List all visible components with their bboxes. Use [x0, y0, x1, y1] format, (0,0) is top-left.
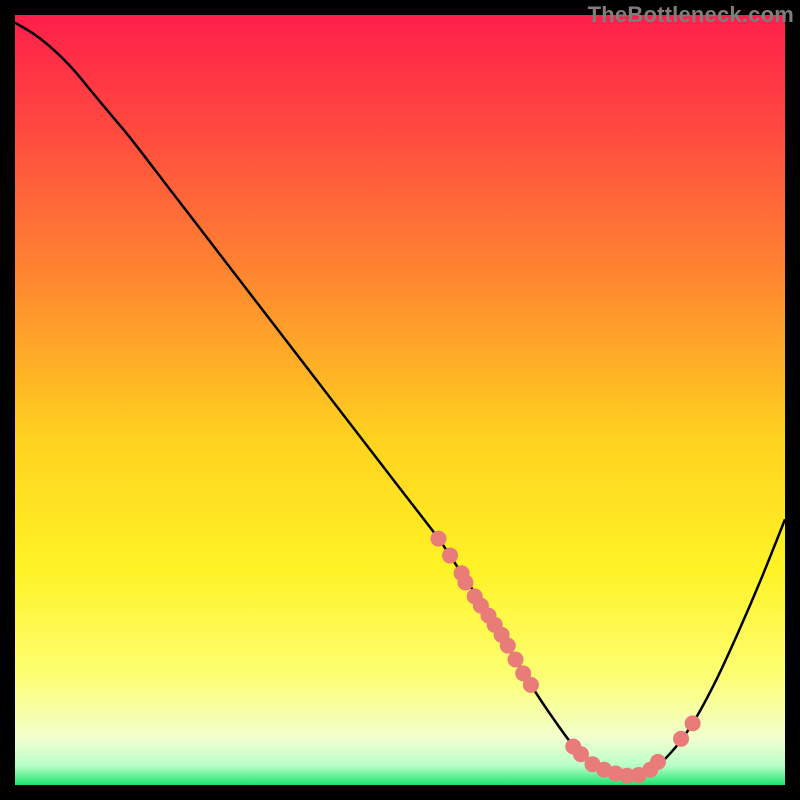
curve-marker	[685, 715, 701, 731]
plot-area	[15, 15, 785, 785]
chart-container: TheBottleneck.com	[0, 0, 800, 800]
curve-marker	[523, 677, 539, 693]
curve-marker	[650, 754, 666, 770]
watermark-text: TheBottleneck.com	[588, 2, 794, 28]
curve-marker	[431, 531, 447, 547]
curve-marker	[500, 638, 516, 654]
curve-marker	[442, 548, 458, 564]
gradient-background	[15, 15, 785, 785]
chart-svg	[15, 15, 785, 785]
curve-marker	[673, 731, 689, 747]
curve-marker	[457, 574, 473, 590]
curve-marker	[508, 651, 524, 667]
